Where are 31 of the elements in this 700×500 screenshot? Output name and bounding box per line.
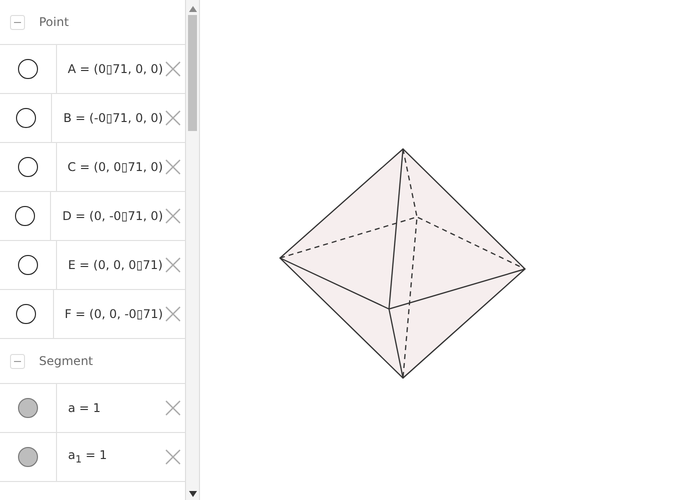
delete-icon[interactable] [165, 257, 181, 273]
visibility-toggle[interactable] [18, 398, 38, 418]
delete-icon[interactable] [165, 449, 181, 465]
object-definition[interactable]: C = (0, 0▯71, 0) [68, 160, 163, 174]
visibility-toggle[interactable] [15, 206, 36, 226]
delete-icon[interactable] [165, 110, 181, 126]
visibility-toggle[interactable] [16, 304, 36, 324]
delete-icon[interactable] [165, 61, 181, 77]
visibility-toggle[interactable] [18, 157, 38, 177]
visibility-toggle[interactable] [18, 447, 38, 467]
collapse-icon[interactable] [10, 14, 25, 30]
delete-icon[interactable] [165, 306, 181, 322]
object-definition[interactable]: a = 1 [68, 401, 163, 415]
object-definition[interactable]: A = (0▯71, 0, 0) [68, 62, 163, 76]
delete-icon[interactable] [165, 400, 181, 416]
collapse-icon[interactable] [10, 354, 25, 368]
visibility-toggle[interactable] [18, 255, 38, 275]
object-definition[interactable]: B = (-0▯71, 0, 0) [63, 111, 163, 125]
object-definition[interactable]: D = (0, -0▯71, 0) [62, 209, 163, 223]
delete-icon[interactable] [165, 208, 181, 224]
visibility-toggle[interactable] [18, 59, 38, 79]
group-title: Point [39, 15, 69, 29]
delete-icon[interactable] [165, 159, 181, 175]
scrollbar-thumb[interactable] [188, 15, 197, 131]
visibility-toggle[interactable] [16, 108, 36, 128]
object-definition[interactable]: E = (0, 0, 0▯71) [68, 258, 163, 272]
scroll-down-icon[interactable] [188, 491, 196, 497]
scroll-up-icon[interactable] [188, 6, 196, 12]
group-title: Segment [39, 354, 93, 368]
object-definition[interactable]: F = (0, 0, -0▯71) [64, 307, 163, 321]
object-definition[interactable]: a$_{1}$ = 1 [68, 448, 163, 466]
